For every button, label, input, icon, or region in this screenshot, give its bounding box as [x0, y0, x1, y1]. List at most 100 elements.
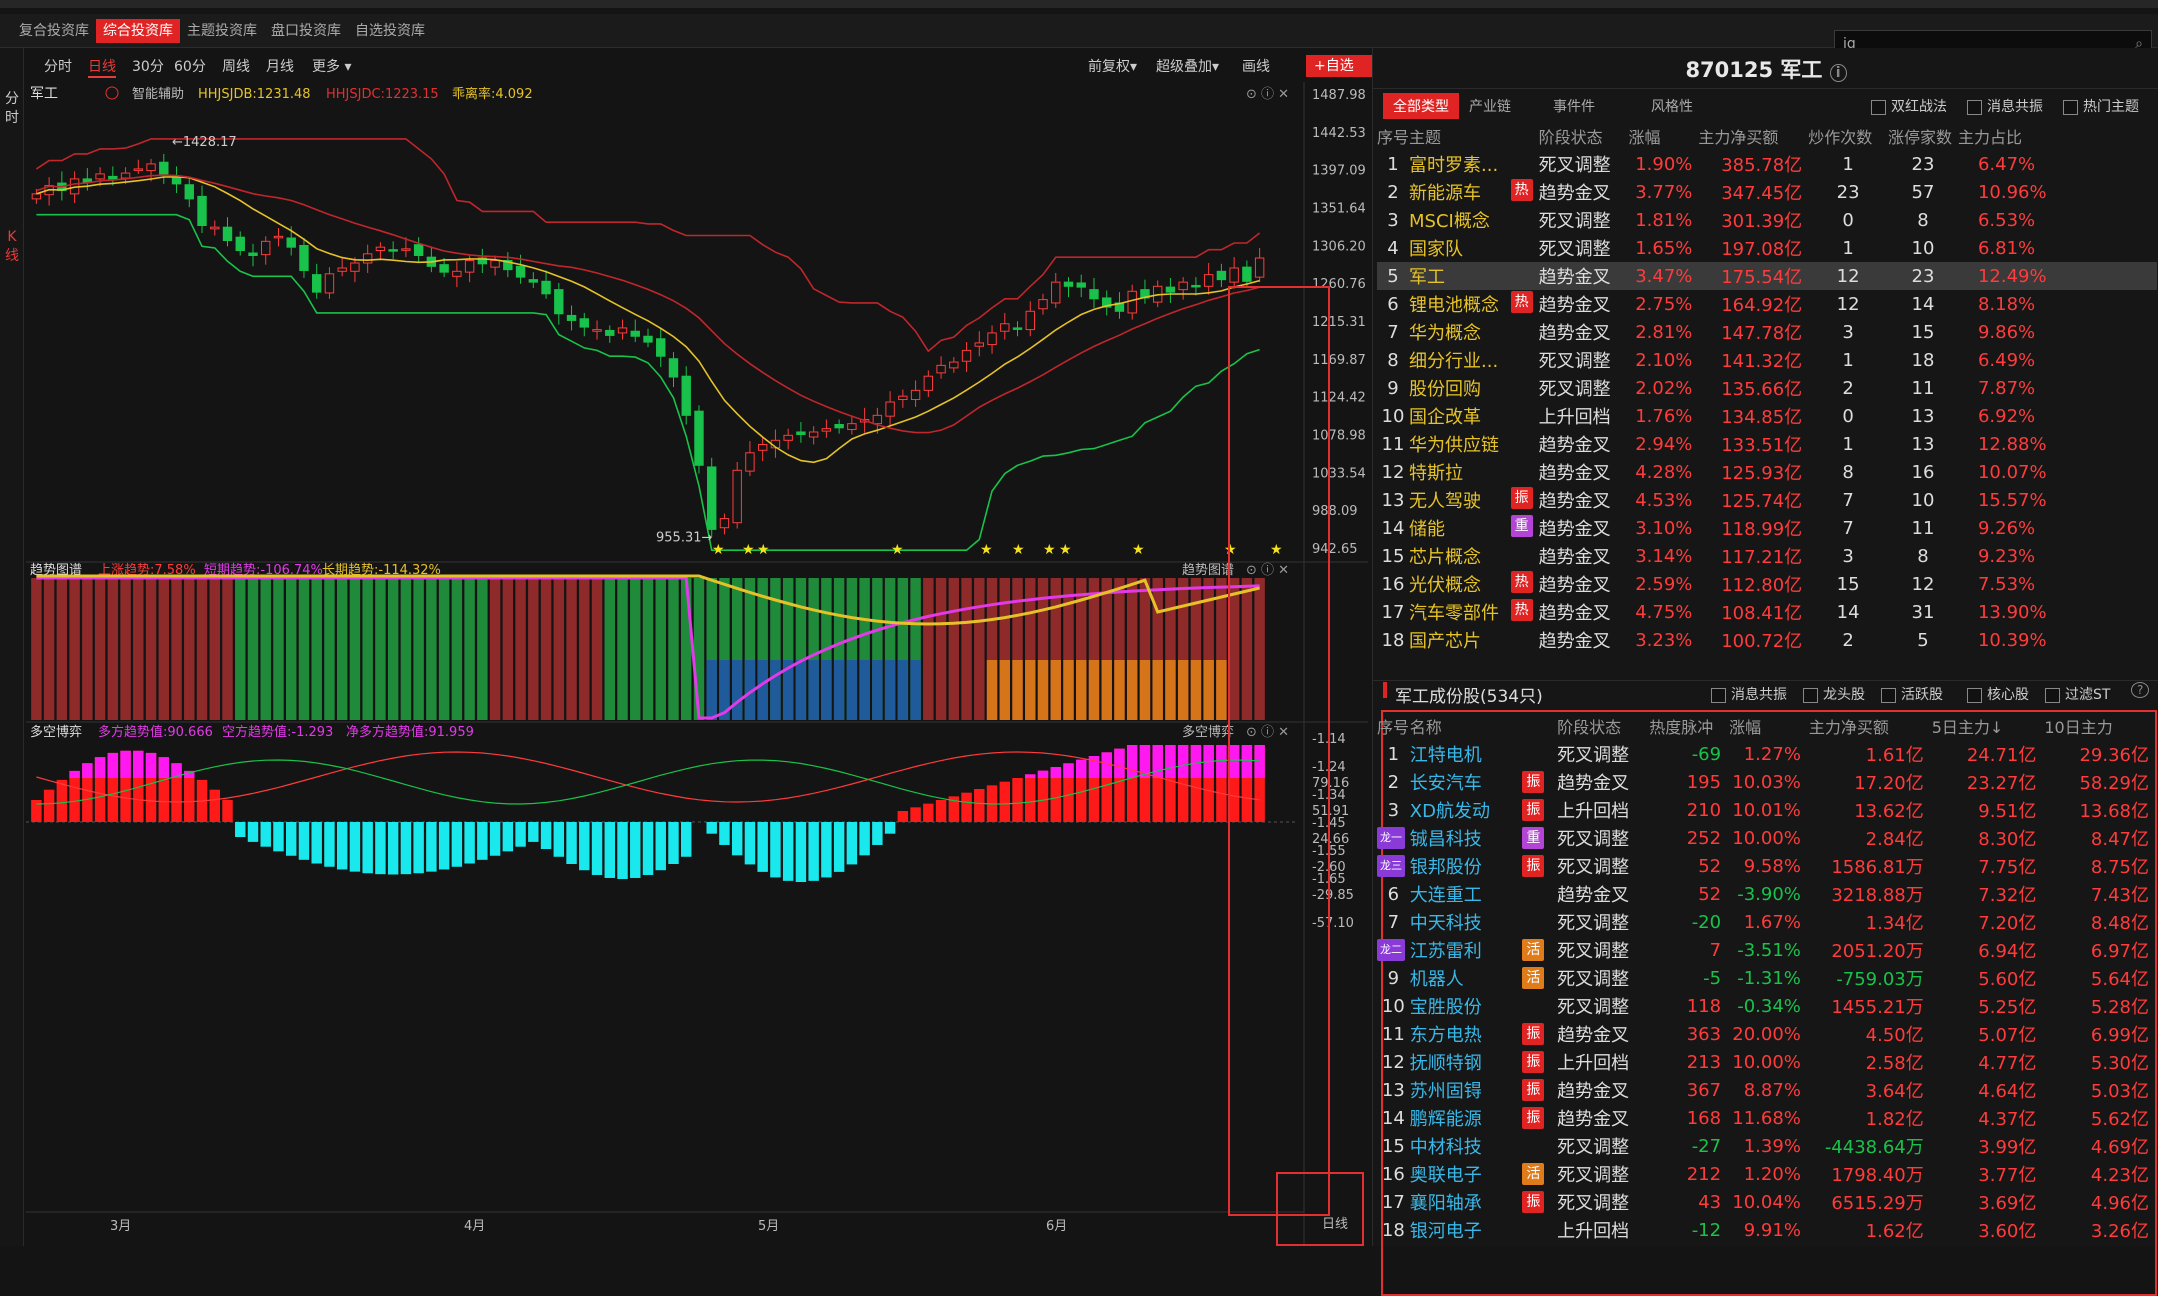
- stock-name[interactable]: 苏州固锝: [1410, 1076, 1523, 1104]
- tab-order-book-library[interactable]: 盘口投资库: [264, 19, 348, 43]
- checkbox[interactable]: [1967, 99, 1982, 115]
- check-hot-theme[interactable]: 热门主题: [2063, 96, 2139, 116]
- period-30min[interactable]: 30分: [132, 56, 164, 76]
- constituent-header-cell[interactable]: 热度脉冲: [1649, 712, 1729, 740]
- constituent-header-cell[interactable]: 阶段状态: [1557, 712, 1649, 740]
- check-active[interactable]: 活跃股: [1881, 684, 1943, 704]
- constituent-header-cell[interactable]: 10日主力: [2044, 712, 2157, 740]
- topic-header-cell[interactable]: 主力净买额: [1698, 122, 1808, 150]
- constituent-row[interactable]: 3 XD航发动振上升回档 210 10.01% 13.62亿 9.51亿 13.68亿: [1377, 796, 2157, 824]
- constituent-row[interactable]: 9 机器人活死叉调整 -5 -1.31% -759.03万 5.60亿 5.64亿: [1377, 964, 2157, 992]
- topic-name[interactable]: 股份回购: [1409, 379, 1481, 400]
- stock-name[interactable]: 宝胜股份: [1410, 992, 1523, 1020]
- checkbox[interactable]: [1967, 687, 1982, 703]
- constituent-row[interactable]: 6 大连重工 趋势金叉 52 -3.90% 3218.88万 7.32亿 7.43亿: [1377, 880, 2157, 908]
- stock-name[interactable]: 铖昌科技: [1410, 824, 1523, 852]
- topic-name[interactable]: 华为供应链: [1409, 435, 1499, 456]
- stock-name[interactable]: 襄阳轴承: [1410, 1188, 1523, 1216]
- checkbox[interactable]: [2063, 99, 2078, 115]
- topic-row[interactable]: 7 华为概念 趋势金叉 2.81% 147.78亿 3 15 9.86%: [1377, 318, 2157, 346]
- topic-row[interactable]: 10 国企改革 上升回档 1.76% 134.85亿 0 13 6.92%: [1377, 402, 2157, 430]
- constituent-row[interactable]: 16 奥联电子活死叉调整 212 1.20% 1798.40万 3.77亿 4.23亿: [1377, 1160, 2157, 1188]
- check-stock-news[interactable]: 消息共振: [1711, 684, 1787, 704]
- constituent-header-cell[interactable]: 5日主力↓: [1932, 712, 2045, 740]
- topic-row[interactable]: 9 股份回购 死叉调整 2.02% 135.66亿 2 11 7.87%: [1377, 374, 2157, 402]
- stock-name[interactable]: 东方电热: [1410, 1020, 1523, 1048]
- stock-name[interactable]: XD航发动: [1410, 796, 1523, 824]
- constituent-row[interactable]: 17 襄阳轴承振死叉调整 43 10.04% 6515.29万 3.69亿 4.96亿: [1377, 1188, 2157, 1216]
- topic-name[interactable]: 军工: [1409, 267, 1445, 288]
- constituent-row[interactable]: 龙二 江苏雷利活死叉调整 7 -3.51% 2051.20万 6.94亿 6.97亿: [1377, 936, 2157, 964]
- constituent-row[interactable]: 7 中天科技 死叉调整 -20 1.67% 1.34亿 7.20亿 8.48亿: [1377, 908, 2157, 936]
- topic-name[interactable]: 芯片概念: [1409, 547, 1481, 568]
- period-intraday[interactable]: 分时: [44, 56, 72, 76]
- constituent-row[interactable]: 13 苏州固锝振趋势金叉 367 8.87% 3.64亿 4.64亿 5.03亿: [1377, 1076, 2157, 1104]
- checkbox[interactable]: [2045, 687, 2060, 703]
- period-more-dropdown[interactable]: 更多 ▾: [312, 56, 351, 76]
- constituent-row[interactable]: 18 银河电子 上升回档 -12 9.91% 1.62亿 3.60亿 3.26亿: [1377, 1216, 2157, 1244]
- topic-header-cell[interactable]: 序号: [1377, 122, 1409, 150]
- checkbox[interactable]: [1871, 99, 1886, 115]
- topic-row[interactable]: 4 国家队 死叉调整 1.65% 197.08亿 1 10 6.81%: [1377, 234, 2157, 262]
- stock-name[interactable]: 中天科技: [1410, 908, 1523, 936]
- stock-name[interactable]: 长安汽车: [1410, 768, 1523, 796]
- topic-header-cell[interactable]: 主题: [1409, 122, 1539, 150]
- tab-theme-library[interactable]: 主题投资库: [180, 19, 264, 43]
- topic-header-cell[interactable]: 涨停家数: [1888, 122, 1958, 150]
- check-double-red[interactable]: 双红战法: [1871, 96, 1947, 116]
- stock-name[interactable]: 银河电子: [1410, 1216, 1523, 1244]
- nav-intraday[interactable]: 分时: [3, 90, 21, 128]
- check-filter-st[interactable]: 过滤ST: [2045, 684, 2110, 704]
- topic-header-cell[interactable]: 阶段状态: [1539, 122, 1629, 150]
- period-monthly[interactable]: 月线: [266, 56, 294, 76]
- constituent-row[interactable]: 11 东方电热振趋势金叉 363 20.00% 4.50亿 5.07亿 6.99亿: [1377, 1020, 2157, 1048]
- topic-header-cell[interactable]: 涨幅: [1628, 122, 1698, 150]
- stock-name[interactable]: 中材科技: [1410, 1132, 1523, 1160]
- topic-name[interactable]: 富时罗素...: [1409, 155, 1498, 176]
- topic-name[interactable]: 光伏概念: [1409, 575, 1481, 596]
- topic-row[interactable]: 8 细分行业... 死叉调整 2.10% 141.32亿 1 18 6.49%: [1377, 346, 2157, 374]
- constituent-row[interactable]: 12 抚顺特钢振上升回档 213 10.00% 2.58亿 4.77亿 5.30亿: [1377, 1048, 2157, 1076]
- stock-name[interactable]: 江苏雷利: [1410, 936, 1523, 964]
- stock-name[interactable]: 抚顺特钢: [1410, 1048, 1523, 1076]
- topic-name[interactable]: 国家队: [1409, 239, 1463, 260]
- constituent-row[interactable]: 龙一 铖昌科技重死叉调整 252 10.00% 2.84亿 8.30亿 8.47亿: [1377, 824, 2157, 852]
- stock-name[interactable]: 奥联电子: [1410, 1160, 1523, 1188]
- constituent-row[interactable]: 15 中材科技 死叉调整 -27 1.39% -4438.64万 3.99亿 4.69亿: [1377, 1132, 2157, 1160]
- tab-comprehensive-library[interactable]: 综合投资库: [96, 19, 180, 43]
- topic-name[interactable]: 国企改革: [1409, 407, 1481, 428]
- period-60min[interactable]: 60分: [174, 56, 206, 76]
- checkbox[interactable]: [1803, 687, 1818, 703]
- constituent-row[interactable]: 1 江特电机 死叉调整 -69 1.27% 1.61亿 24.71亿 29.36亿: [1377, 740, 2157, 768]
- topic-row[interactable]: 13 无人驾驶 振趋势金叉 4.53% 125.74亿 7 10 15.57%: [1377, 486, 2157, 514]
- constituent-header-cell[interactable]: 序号: [1377, 712, 1410, 740]
- overlay-dropdown[interactable]: 超级叠加▾: [1156, 56, 1219, 76]
- check-core[interactable]: 核心股: [1967, 684, 2029, 704]
- kline-chart[interactable]: 军工 智能辅助 HHJSJDB:1231.48 HHJSJDC:1223.15 乖离率:…: [26, 82, 1368, 1246]
- constituent-row[interactable]: 2 长安汽车振趋势金叉 195 10.03% 17.20亿 23.27亿 58.29亿: [1377, 768, 2157, 796]
- topic-name[interactable]: 国产芯片: [1409, 631, 1481, 652]
- topic-row[interactable]: 12 特斯拉 趋势金叉 4.28% 125.93亿 8 16 10.07%: [1377, 458, 2157, 486]
- topic-name[interactable]: 特斯拉: [1409, 463, 1463, 484]
- topic-name[interactable]: 储能: [1409, 519, 1445, 540]
- constituent-header-cell[interactable]: 涨幅: [1729, 712, 1809, 740]
- topic-row[interactable]: 16 光伏概念 热趋势金叉 2.59% 112.80亿 15 12 7.53%: [1377, 570, 2157, 598]
- topic-row[interactable]: 5 军工 趋势金叉 3.47% 175.54亿 12 23 12.49%: [1377, 262, 2157, 290]
- topic-name[interactable]: 汽车零部件: [1409, 603, 1499, 624]
- stock-name[interactable]: 江特电机: [1410, 740, 1523, 768]
- adjust-dropdown[interactable]: 前复权▾: [1088, 56, 1137, 76]
- period-daily[interactable]: 日线: [88, 56, 116, 78]
- constituent-header-cell[interactable]: 主力净买额: [1809, 712, 1932, 740]
- stock-name[interactable]: 大连重工: [1410, 880, 1523, 908]
- checkbox[interactable]: [1711, 687, 1726, 703]
- topic-row[interactable]: 6 锂电池概念热趋势金叉 2.75% 164.92亿 12 14 8.18%: [1377, 290, 2157, 318]
- stock-name[interactable]: 鹏辉能源: [1410, 1104, 1523, 1132]
- topic-header-cell[interactable]: 主力占比: [1958, 122, 2157, 150]
- topic-row[interactable]: 11 华为供应链 趋势金叉 2.94% 133.51亿 1 13 12.88%: [1377, 430, 2157, 458]
- topic-row[interactable]: 17 汽车零部件热趋势金叉 4.75% 108.41亿 14 31 13.90%: [1377, 598, 2157, 626]
- stock-name[interactable]: 银邦股份: [1410, 852, 1523, 880]
- tab-style[interactable]: 风格性: [1651, 96, 1693, 116]
- help-icon[interactable]: ?: [2131, 682, 2150, 698]
- period-weekly[interactable]: 周线: [222, 56, 250, 76]
- tab-custom-library[interactable]: 自选投资库: [348, 19, 432, 43]
